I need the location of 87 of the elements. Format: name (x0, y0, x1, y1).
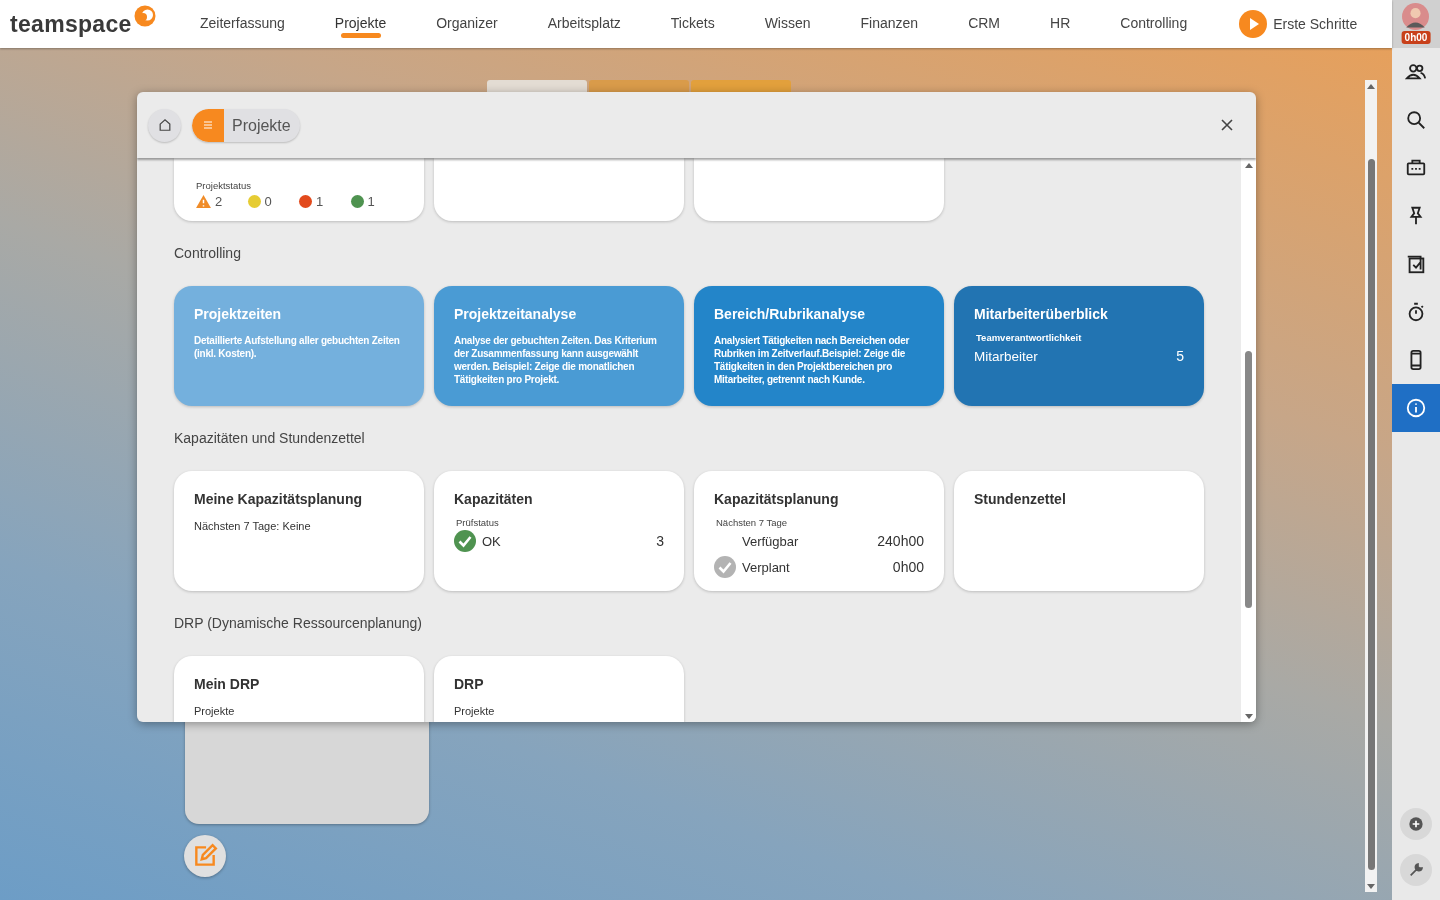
stat-value: 3 (656, 533, 664, 549)
nav-tab[interactable]: Arbeitsplatz (522, 0, 646, 48)
stat-value: 5 (1176, 348, 1184, 364)
nav-tab[interactable]: HR (1025, 0, 1096, 48)
card-title: Kapazitäten (454, 491, 534, 507)
stat-label: Verfügbar (742, 533, 800, 549)
stat-label: OK (482, 533, 502, 549)
desktop-scrollbar[interactable] (1365, 80, 1377, 892)
card-title: Meine Kapazitätsplanung (194, 491, 364, 507)
stat-label: Verplant (742, 559, 791, 575)
card-note: Projekte (454, 705, 496, 717)
card-description: Detaillierte Aufstellung aller gebuchten Zeiten (inkl. Kosten). (194, 334, 401, 360)
first-steps-link[interactable]: Erste Schritte (1239, 10, 1358, 38)
widget-card[interactable]: Kapazitäten Prüfstatus OK 3 (434, 471, 684, 591)
wrench-icon (1408, 862, 1424, 878)
nav-tab[interactable]: Tickets (645, 0, 740, 48)
section-title: Kapazitäten und Stundenzettel (174, 430, 366, 446)
card-subtitle: Nächsten 7 Tage (716, 517, 789, 528)
widget-card[interactable]: DRP Projekte (434, 656, 684, 722)
status-count: 1 (316, 194, 324, 209)
timer-badge: 0h00 (1401, 31, 1431, 44)
home-button[interactable] (148, 108, 181, 142)
scroll-thumb[interactable] (1245, 351, 1252, 608)
edit-icon (192, 843, 218, 869)
section-title: DRP (Dynamische Ressourcenplanung) (174, 615, 423, 631)
search-icon (1405, 109, 1427, 131)
nav-tab[interactable]: CRM (943, 0, 1026, 48)
card-title: DRP (454, 676, 485, 692)
scroll-up-icon[interactable] (1244, 163, 1253, 168)
nav-tab[interactable]: Projekte (309, 0, 412, 48)
info-icon (1405, 397, 1427, 419)
home-icon (157, 118, 172, 132)
card-title: Mein DRP (194, 676, 261, 692)
add-button[interactable] (1400, 808, 1432, 840)
info-button[interactable] (1392, 384, 1440, 432)
crescent-logo-icon (133, 4, 156, 27)
check-icon (714, 556, 736, 578)
calendar-icon (1405, 253, 1427, 275)
stat-value: 0h00 (892, 559, 924, 575)
report-card[interactable]: Bereich/Rubrikanalyse Analysiert Tätigkeiten nach Bereichen oder Rubriken im Zeitverlauf.Beispiel: Zeige die Tätigkeiten in den Projektbereichen pro Mitarbeiter, getrennt nach Kunde. (694, 286, 944, 406)
scroll-down-icon[interactable] (1367, 884, 1375, 889)
scroll-up-icon[interactable] (1367, 84, 1375, 89)
card-description: Analysiert Tätigkeiten nach Bereichen oder Rubriken im Zeitverlauf.Beispiel: Zeige die Tätigkeiten in den Projektbereichen pro Mitarbeiter, getrennt nach Kunde. (714, 334, 911, 386)
play-icon (1239, 10, 1268, 38)
status-count: 0 (264, 194, 272, 209)
breadcrumb-chip[interactable]: Projekte (192, 108, 300, 142)
wrench-button[interactable] (1400, 854, 1432, 886)
plus-icon (1408, 816, 1424, 832)
card-title: Stundenzettel (974, 491, 1067, 507)
widget-card[interactable]: Stundenzettel (954, 471, 1204, 591)
nav-tab[interactable]: Controlling (1095, 0, 1213, 48)
nav-tab[interactable]: Zeiterfassung (190, 0, 310, 48)
card-description: Analyse der gebuchten Zeiten. Das Kriterium der Zusammenfassung kann ausgewählt werden. Beispiel: Zeige die monatlichen Tätigkeiten pro Projekt. (454, 334, 658, 386)
card-title: Bereich/Rubrikanalyse (714, 306, 866, 322)
widget-card[interactable]: Mein DRP Projekte (174, 656, 424, 722)
scroll-down-icon[interactable] (1244, 714, 1253, 719)
nav-tab[interactable]: Wissen (739, 0, 836, 48)
status-count: 2 (215, 194, 223, 209)
stat-label: Mitarbeiter (974, 348, 1039, 364)
section-title: Controlling (174, 245, 242, 261)
status-count: 1 (367, 194, 375, 209)
breadcrumb-label: Projekte (231, 115, 292, 136)
card-title: Projektzeitanalyse (454, 306, 578, 322)
card-subtitle: Teamverantwortlichkeit (976, 332, 1083, 343)
widget-card[interactable]: Kapazitätsplanung Nächsten 7 Tage Verfügbar 240h00 Verplant 0h00 (694, 471, 944, 591)
widget-card[interactable]: Meine Kapazitätsplanung Nächsten 7 Tage: Keine (174, 471, 424, 591)
scroll-thumb[interactable] (1367, 159, 1375, 870)
card-title: Projektzeiten (194, 306, 283, 322)
card-title: Mitarbeiterüberblick (974, 306, 1109, 322)
card-subtitle: Prüfstatus (456, 517, 500, 528)
project-card[interactable]: Projektstatus 2 0 1 1 (174, 158, 424, 221)
nav-tab[interactable]: Organizer (411, 0, 523, 48)
check-icon (454, 530, 476, 552)
card-title: Kapazitätsplanung (714, 491, 840, 507)
menu-icon (203, 120, 213, 130)
nav-tab[interactable]: Finanzen (835, 0, 944, 48)
first-steps-label: Erste Schritte (1273, 16, 1358, 32)
card-note: Nächsten 7 Tage: Keine (194, 520, 312, 532)
edit-button[interactable] (184, 835, 226, 877)
stat-value: 240h00 (877, 533, 924, 549)
dialog-scrollbar[interactable] (1241, 158, 1256, 722)
widget-card[interactable]: Mitarbeiterüberblick Teamverantwortlichkeit Mitarbeiter 5 (954, 286, 1204, 406)
card-note: Projekte (194, 705, 236, 717)
logo-text[interactable]: teamspace (10, 10, 132, 38)
user-avatar-icon[interactable] (1402, 3, 1429, 30)
card-label: Projektstatus (196, 180, 252, 191)
close-icon (1221, 119, 1233, 131)
